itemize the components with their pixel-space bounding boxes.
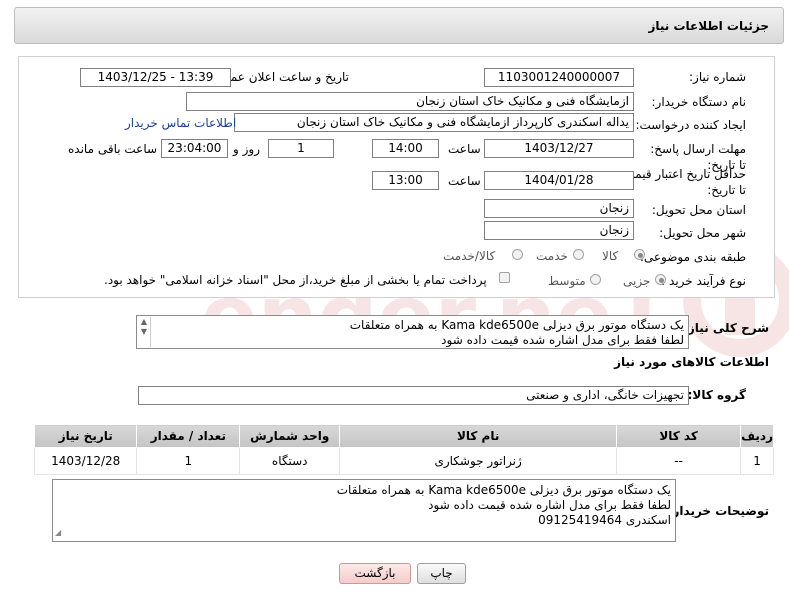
goods-table: ردیف کد کالا نام کالا واحد شمارش تعداد /… (33, 424, 774, 475)
category-label: طبقه بندی موضوعی: (639, 250, 746, 264)
description-scrollbar[interactable]: ▲ ▼ (138, 317, 151, 347)
announce-field: 1403/12/25 - 13:39 (80, 68, 231, 87)
col-header-code: کد کالا (616, 424, 742, 448)
validity-time-field: 13:00 (372, 171, 439, 190)
cell-row-number: 1 (740, 447, 774, 475)
buyer-notes-line-2: لطفا فقط برای مدل اشاره شده قیمت داده شو… (428, 498, 671, 512)
process-option-medium: متوسط (548, 274, 586, 288)
cell-goods-name: ژنراتور جوشکاری (339, 447, 618, 475)
creator-field: یداله اسکندری کارپرداز ازمایشگاه فنی و م… (234, 113, 634, 132)
deadline-time-field: 14:00 (372, 139, 439, 158)
goods-group-field: تجهیزات خانگی، اداری و صنعتی (138, 386, 689, 405)
days-remaining-field: 1 (268, 139, 334, 158)
buyer-notes-label: توضیحات خریدار: (667, 504, 769, 518)
remaining-time-label: ساعت باقی مانده (68, 142, 158, 156)
buyer-notes-line-3: اسکندری 09125419464 (538, 513, 671, 527)
goods-group-label: گروه کالا: (687, 388, 746, 402)
description-label: شرح کلی نیاز: (683, 321, 769, 335)
table-row: 1 -- ژنراتور جوشکاری دستگاه 1 1403/12/28 (33, 447, 774, 475)
category-radio-goods-service[interactable] (512, 249, 523, 260)
days-and-label: روز و (233, 142, 260, 156)
deadline-time-label: ساعت (448, 142, 481, 156)
need-number-field: 1103001240000007 (484, 68, 634, 87)
col-header-need-date: تاریخ نیاز (33, 424, 138, 448)
goods-section-title: اطلاعات کالاهای مورد نیاز (614, 355, 769, 369)
print-button[interactable]: چاپ (417, 563, 466, 584)
page-header: جزئیات اطلاعات نیاز (14, 7, 784, 44)
validity-label: حداقل تاریخ اعتبار قیمت: تا تاریخ: (619, 167, 746, 197)
category-option-goods: کالا (602, 249, 619, 263)
city-field: زنجان (484, 221, 634, 240)
city-label: شهر محل تحویل: (659, 226, 746, 240)
page-title: جزئیات اطلاعات نیاز (648, 19, 769, 33)
validity-date-field: 1404/01/28 (484, 171, 634, 190)
category-radio-service[interactable] (573, 249, 584, 260)
back-button[interactable]: بازگشت (339, 563, 411, 584)
buyer-notes-textarea[interactable]: یک دستگاه موتور برق دیزلی Kama kde6500e … (52, 479, 676, 542)
col-header-unit: واحد شمارش (239, 424, 341, 448)
buyer-notes-line-1: یک دستگاه موتور برق دیزلی Kama kde6500e … (336, 483, 671, 497)
cell-need-date: 1403/12/28 (33, 447, 138, 475)
resize-grip-icon[interactable]: ◢ (55, 525, 61, 540)
category-option-service: خدمت (536, 249, 568, 263)
process-option-minor: جزیی (623, 274, 651, 288)
buyer-org-label: نام دستگاه خریدار: (651, 95, 747, 109)
process-radio-medium[interactable] (590, 274, 601, 285)
province-label: استان محل تحویل: (651, 203, 746, 217)
treasury-payment-checkbox[interactable] (499, 272, 510, 283)
category-option-goods-service: کالا/خدمت (443, 249, 496, 263)
buyer-contact-link[interactable]: اطلاعات تماس خریدار (125, 116, 236, 130)
description-line-2: لطفا فقط برای مدل اشاره شده قیمت داده شو… (441, 333, 684, 347)
category-radio-goods[interactable] (634, 249, 645, 260)
cell-quantity: 1 (136, 447, 241, 475)
col-header-quantity: تعداد / مقدار (136, 424, 241, 448)
validity-time-label: ساعت (448, 174, 481, 188)
buyer-org-field: ازمایشگاه فنی و مکانیک خاک استان زنجان (186, 92, 634, 111)
treasury-payment-note: پرداخت تمام یا بخشی از مبلغ خرید،از محل … (104, 273, 487, 287)
deadline-date-field: 1403/12/27 (484, 139, 634, 158)
need-number-label: شماره نیاز: (689, 70, 746, 84)
description-textarea[interactable]: یک دستگاه موتور برق دیزلی Kama kde6500e … (136, 315, 689, 349)
description-line-1: یک دستگاه موتور برق دیزلی Kama kde6500e … (349, 318, 684, 332)
cell-unit: دستگاه (239, 447, 341, 475)
province-field: زنجان (484, 199, 634, 218)
process-label: نوع فرآیند خرید : (661, 274, 746, 288)
creator-label: ایجاد کننده درخواست: (635, 118, 746, 132)
col-header-name: نام کالا (339, 424, 618, 448)
cell-goods-code: -- (616, 447, 742, 475)
remaining-time-field: 23:04:00 (161, 139, 228, 158)
process-radio-minor[interactable] (655, 274, 666, 285)
col-header-row: ردیف (740, 424, 774, 448)
